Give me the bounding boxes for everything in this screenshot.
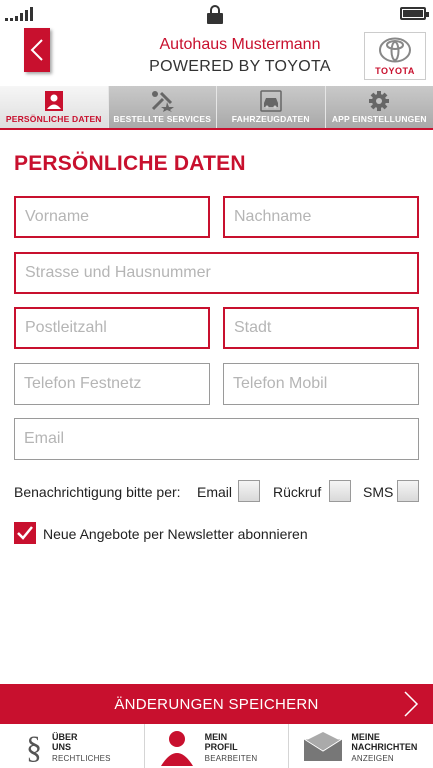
first-name-field[interactable] (14, 196, 210, 238)
first-name-input[interactable] (16, 198, 208, 236)
save-changes-label: ÄNDERUNGEN SPEICHERN (114, 696, 319, 713)
last-name-input[interactable] (225, 198, 417, 236)
signal-icon (5, 7, 33, 21)
notification-label: Benachrichtigung bitte per: (14, 484, 181, 500)
option-callback-label: Rückruf (273, 484, 322, 500)
option-sms-label: SMS (363, 484, 394, 500)
tab-bar: PERSÖNLICHE DATEN BESTELLTE SERVICES FAH… (0, 86, 433, 130)
gear-icon (369, 91, 390, 111)
tools-icon (152, 91, 175, 112)
email-checkbox[interactable] (238, 480, 260, 502)
tab-label: BESTELLTE SERVICES (113, 114, 212, 124)
checkmark-icon (17, 526, 33, 540)
newsletter-checkbox[interactable] (14, 522, 36, 544)
email-input[interactable] (15, 419, 418, 459)
street-field[interactable] (14, 252, 419, 294)
zip-input[interactable] (16, 309, 208, 347)
car-icon (260, 90, 282, 112)
nav-subtitle: RECHTLICHES (52, 754, 111, 763)
city-input[interactable] (225, 309, 417, 347)
zip-field[interactable] (14, 307, 210, 349)
nav-title-line1: MEIN (204, 732, 228, 742)
nav-title-line2: NACHRICHTEN (351, 742, 418, 752)
powered-by: POWERED BY TOYOTA (149, 58, 331, 75)
tab-app-settings[interactable]: APP EINSTELLUNGEN (325, 86, 433, 128)
tab-vehicle-data[interactable]: FAHRZEUGDATEN (217, 86, 326, 128)
dealer-name: Autohaus Mustermann (159, 36, 321, 53)
callback-checkbox[interactable] (329, 480, 351, 502)
last-name-field[interactable] (223, 196, 419, 238)
nav-title-line2: UNS (52, 742, 72, 752)
page-title: PERSÖNLICHE DATEN (14, 152, 246, 175)
newsletter-option: Neue Angebote per Newsletter abonnieren (14, 522, 414, 544)
back-button[interactable] (24, 28, 50, 72)
street-input[interactable] (16, 254, 417, 292)
nav-title-line1: ÜBER (52, 732, 78, 742)
notification-preferences: Benachrichtigung bitte per: Email Rückru… (14, 480, 424, 502)
nav-subtitle: ANZEIGEN (351, 754, 394, 763)
tab-label: APP EINSTELLUNGEN (331, 114, 427, 124)
nav-title-line2: PROFIL (204, 742, 238, 752)
toyota-logo: TOYOTA (364, 32, 426, 80)
profile-icon (160, 731, 193, 766)
mobile-field[interactable] (223, 363, 419, 405)
nav-title-line1: MEINE (351, 732, 380, 742)
tab-ordered-services[interactable]: BESTELLTE SERVICES (108, 86, 217, 128)
toyota-emblem-icon (379, 37, 411, 63)
nav-about-us[interactable]: § ÜBER UNS RECHTLICHES (0, 724, 145, 768)
nav-my-profile[interactable]: MEIN PROFIL BEARBEITEN (145, 724, 290, 768)
battery-icon (400, 7, 429, 20)
city-field[interactable] (223, 307, 419, 349)
svg-text:§: § (26, 729, 42, 764)
landline-field[interactable] (14, 363, 210, 405)
sms-checkbox[interactable] (397, 480, 419, 502)
email-field[interactable] (14, 418, 419, 460)
mobile-input[interactable] (224, 364, 418, 404)
landline-input[interactable] (15, 364, 209, 404)
nav-subtitle: BEARBEITEN (204, 754, 258, 763)
paragraph-icon: § (26, 729, 42, 764)
toyota-logo-text: TOYOTA (375, 66, 415, 76)
tab-label: FAHRZEUGDATEN (231, 114, 310, 124)
status-bar (0, 0, 433, 28)
person-icon (44, 91, 63, 111)
newsletter-label: Neue Angebote per Newsletter abonnieren (43, 526, 308, 542)
save-changes-button[interactable]: ÄNDERUNGEN SPEICHERN (0, 684, 433, 724)
chevron-right-icon (404, 691, 419, 717)
option-email-label: Email (197, 484, 233, 500)
tab-label: PERSÖNLICHE DATEN (5, 114, 102, 124)
tab-personal-data[interactable]: PERSÖNLICHE DATEN (0, 86, 109, 128)
nav-my-messages[interactable]: MEINE NACHRICHTEN ANZEIGEN (289, 724, 433, 768)
bottom-navigation: § ÜBER UNS RECHTLICHES MEIN PROFIL BEARB… (0, 724, 433, 768)
chevron-left-icon (30, 39, 43, 61)
envelope-icon (303, 732, 344, 761)
lock-icon (207, 5, 223, 24)
app-header: Autohaus Mustermann POWERED BY TOYOTA TO… (0, 28, 433, 86)
